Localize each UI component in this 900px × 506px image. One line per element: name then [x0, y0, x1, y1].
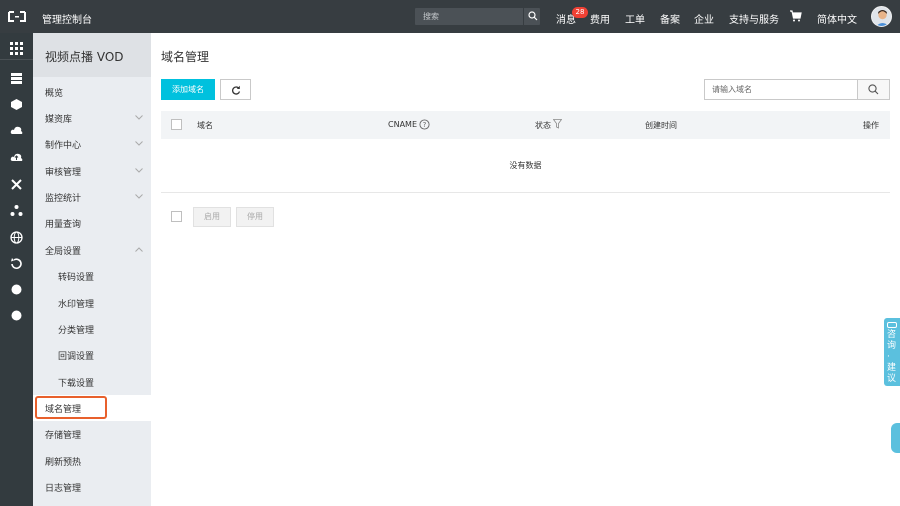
chevron-down-icon: [135, 141, 143, 146]
domain-search[interactable]: 请输入域名: [704, 79, 890, 100]
grid-icon[interactable]: [10, 42, 23, 55]
aliyun-logo-icon[interactable]: [8, 9, 26, 24]
active-item-highlight: [35, 396, 107, 419]
svg-text:?: ?: [423, 121, 427, 129]
sidebar-item-watermark[interactable]: 水印管理: [33, 290, 151, 316]
help-circle-icon[interactable]: ?: [419, 119, 430, 130]
product-sidebar: 视频点播 VOD 概览 媒资库 制作中心 审核管理 监控统计 用量查询 全局设置…: [33, 33, 151, 506]
empty-message: 没有数据: [509, 161, 542, 170]
chevron-down-icon: [135, 168, 143, 173]
empty-table-row: 没有数据: [161, 139, 890, 193]
disable-button[interactable]: 停用: [236, 207, 274, 227]
sidebar-item-logs[interactable]: 日志管理: [33, 474, 151, 500]
column-created-time: 创建时间: [645, 121, 677, 130]
nav-billing[interactable]: 费用: [590, 11, 610, 26]
nav-enterprise[interactable]: 企业: [694, 11, 714, 26]
cloud-icon[interactable]: [10, 124, 23, 137]
sidebar-item-production-center[interactable]: 制作中心: [33, 131, 151, 157]
circle-icon[interactable]: [10, 309, 23, 322]
top-bar: 管理控制台 搜索 消息 28 费用 工单 备案 企业 支持与服务 简体中文: [0, 0, 900, 33]
cloud-upload-icon[interactable]: [10, 151, 23, 164]
sidebar-item-usage[interactable]: 用量查询: [33, 210, 151, 236]
chevron-up-icon: [135, 247, 143, 252]
search-icon: [868, 84, 879, 95]
column-cname: CNAME: [388, 120, 417, 129]
batch-select-checkbox[interactable]: [171, 211, 182, 222]
circle-icon[interactable]: [10, 283, 23, 296]
nav-language[interactable]: 简体中文: [817, 11, 857, 26]
domain-search-input[interactable]: 请输入域名: [712, 84, 752, 95]
refresh-icon: [232, 85, 241, 95]
rail-divider: [0, 59, 33, 60]
avatar[interactable]: [871, 6, 892, 27]
global-search-input[interactable]: 搜索: [423, 11, 439, 22]
column-domain: 域名: [197, 121, 213, 130]
page-title: 域名管理: [161, 50, 210, 64]
sidebar-item-monitoring[interactable]: 监控统计: [33, 184, 151, 210]
chevron-down-icon: [135, 115, 143, 120]
sidebar-item-overview[interactable]: 概览: [33, 79, 151, 105]
sidebar-item-callback[interactable]: 回调设置: [33, 342, 151, 368]
nav-support[interactable]: 支持与服务: [729, 11, 779, 26]
chat-icon: [887, 322, 897, 328]
product-title: 视频点播 VOD: [45, 50, 124, 64]
floating-help-button[interactable]: [891, 423, 900, 453]
sidebar-item-refresh-preload[interactable]: 刷新预热: [33, 448, 151, 474]
list-icon[interactable]: [10, 72, 23, 85]
ecs-icon[interactable]: [10, 98, 23, 111]
cluster-icon[interactable]: [10, 204, 23, 217]
console-title[interactable]: 管理控制台: [42, 11, 92, 26]
user-avatar-icon: [876, 10, 889, 26]
add-domain-button[interactable]: 添加域名: [161, 79, 215, 100]
globe-icon[interactable]: [10, 231, 23, 244]
product-title-bar: 视频点播 VOD: [33, 33, 151, 77]
domain-search-button[interactable]: [857, 80, 889, 99]
column-actions: 操作: [863, 121, 879, 130]
select-all-checkbox[interactable]: [171, 119, 182, 130]
column-status: 状态: [535, 121, 551, 130]
refresh-button[interactable]: [220, 79, 251, 100]
cart-icon[interactable]: [790, 10, 802, 22]
x-icon[interactable]: [10, 178, 23, 191]
filter-icon[interactable]: [553, 119, 562, 129]
sidebar-item-transcode-settings[interactable]: 转码设置: [33, 263, 151, 289]
nav-tickets[interactable]: 工单: [625, 11, 645, 26]
product-icon-rail: [0, 33, 33, 506]
table-header: 域名 CNAME ? 状态 创建时间 操作: [161, 111, 890, 139]
sidebar-item-global-settings[interactable]: 全局设置: [33, 237, 151, 263]
enable-button[interactable]: 启用: [193, 207, 231, 227]
sidebar-item-download-settings[interactable]: 下载设置: [33, 369, 151, 395]
refresh-icon[interactable]: [10, 257, 23, 270]
sidebar-item-storage[interactable]: 存储管理: [33, 421, 151, 447]
global-search-button[interactable]: [523, 8, 540, 25]
search-icon: [528, 11, 538, 21]
chevron-down-icon: [135, 194, 143, 199]
sidebar-item-media-library[interactable]: 媒资库: [33, 105, 151, 131]
message-count-badge: 28: [572, 7, 588, 18]
feedback-tab[interactable]: 咨询·建议: [884, 318, 900, 386]
nav-icp[interactable]: 备案: [660, 11, 680, 26]
feedback-label: 咨询·建议: [887, 330, 897, 384]
sidebar-item-review-management[interactable]: 审核管理: [33, 158, 151, 184]
sidebar-item-category[interactable]: 分类管理: [33, 316, 151, 342]
global-search[interactable]: 搜索: [415, 8, 540, 25]
